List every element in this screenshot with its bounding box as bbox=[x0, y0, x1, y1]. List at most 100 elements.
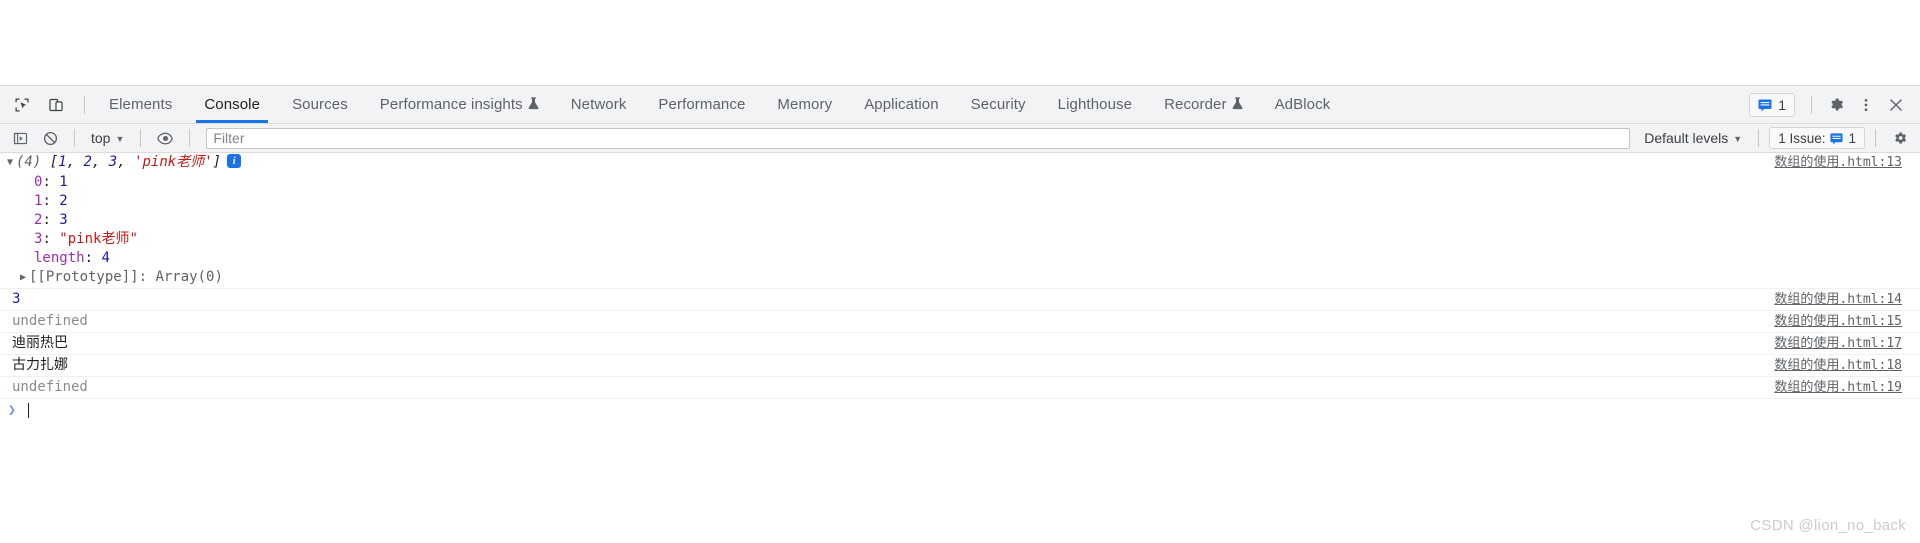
console-toolbar-divider-2 bbox=[140, 129, 142, 147]
console-settings-button[interactable] bbox=[1886, 125, 1914, 151]
tab-recorder[interactable]: Recorder bbox=[1148, 86, 1259, 123]
console-issues-badge[interactable]: 1 Issue: 1 bbox=[1769, 127, 1865, 149]
device-toolbar-button[interactable] bbox=[42, 92, 70, 118]
tab-application[interactable]: Application bbox=[848, 86, 954, 123]
object-property-row: length: 4 bbox=[34, 250, 110, 266]
issues-badge[interactable]: 1 bbox=[1749, 92, 1795, 117]
source-link[interactable]: 数组的使用.html:15 bbox=[1774, 312, 1920, 331]
property-key: length bbox=[34, 250, 85, 266]
tab-performance[interactable]: Performance bbox=[642, 86, 761, 123]
clear-console-icon bbox=[43, 131, 57, 145]
screenshot-root: Elements Console Sources Performance ins… bbox=[0, 0, 1920, 543]
devtools-more-options-button[interactable] bbox=[1852, 92, 1880, 118]
console-message-row: undefined 数组的使用.html:15 bbox=[0, 311, 1920, 333]
array-length-prefix: (4) bbox=[16, 154, 42, 170]
console-message-text: undefined bbox=[0, 378, 1774, 397]
console-message-text: 迪丽热巴 bbox=[0, 334, 1774, 353]
issue-message-icon bbox=[1758, 99, 1772, 111]
console-issues-label: 1 Issue: bbox=[1778, 130, 1826, 146]
tab-label: Lighthouse bbox=[1057, 96, 1133, 113]
filter-input[interactable] bbox=[206, 127, 1631, 149]
devtools-settings-button[interactable] bbox=[1822, 92, 1850, 118]
prototype-value: Array(0) bbox=[155, 269, 223, 285]
tab-label: Performance bbox=[658, 96, 746, 113]
object-prototype-row[interactable]: [[Prototype]]: Array(0) bbox=[0, 268, 1920, 288]
devtools-close-button[interactable] bbox=[1882, 92, 1910, 118]
log-levels-value: Default levels bbox=[1644, 130, 1729, 146]
tab-lighthouse[interactable]: Lighthouse bbox=[1042, 86, 1148, 123]
prompt-caret-icon: ❯ bbox=[8, 402, 16, 418]
console-issues-count: 1 bbox=[1848, 130, 1856, 146]
console-context-selector[interactable]: top ▼ bbox=[85, 127, 130, 149]
clear-console-button[interactable] bbox=[36, 125, 64, 151]
disclosure-triangle-icon[interactable] bbox=[17, 268, 29, 287]
prompt-text-cursor bbox=[28, 402, 29, 418]
property-value: "pink老师" bbox=[59, 231, 138, 247]
message-value: 迪丽热巴 bbox=[12, 335, 68, 351]
inspect-element-button[interactable] bbox=[8, 92, 36, 118]
devtools-tool-icons bbox=[8, 92, 76, 118]
source-link[interactable]: 数组的使用.html:17 bbox=[1774, 334, 1920, 353]
console-message-row: undefined 数组的使用.html:19 bbox=[0, 377, 1920, 399]
message-value: undefined bbox=[12, 379, 88, 395]
experimental-beaker-icon bbox=[528, 97, 539, 110]
object-property-row: 1: 2 bbox=[34, 193, 68, 209]
console-toolbar-divider-3 bbox=[189, 129, 191, 147]
source-link[interactable]: 数组的使用.html:19 bbox=[1774, 378, 1920, 397]
object-property-row: 2: 3 bbox=[34, 212, 68, 228]
info-badge-icon[interactable]: i bbox=[227, 154, 242, 168]
device-toolbar-icon bbox=[49, 98, 63, 111]
property-value: 1 bbox=[59, 174, 68, 190]
console-toolbar-divider-1 bbox=[74, 129, 75, 147]
property-value: 2 bbox=[59, 193, 68, 209]
console-message-text: undefined bbox=[0, 312, 1774, 331]
message-value: 3 bbox=[12, 291, 21, 307]
property-value: 4 bbox=[101, 250, 110, 266]
console-sidebar-toggle-button[interactable] bbox=[6, 125, 34, 151]
tabbar-divider bbox=[84, 95, 85, 114]
source-link[interactable]: 数组的使用.html:18 bbox=[1774, 356, 1920, 375]
property-value: 3 bbox=[59, 212, 68, 228]
live-expression-button[interactable] bbox=[151, 125, 179, 151]
array-preview: [1, 2, 3, 'pink老师'] bbox=[49, 154, 222, 170]
console-toolbar-divider-5 bbox=[1875, 129, 1876, 147]
tab-elements[interactable]: Elements bbox=[93, 86, 188, 123]
log-levels-selector[interactable]: Default levels ▼ bbox=[1638, 127, 1748, 149]
source-link[interactable]: 数组的使用.html:14 bbox=[1774, 290, 1920, 309]
tab-label: Network bbox=[570, 96, 627, 113]
tab-console[interactable]: Console bbox=[188, 86, 276, 123]
prototype-key: [[Prototype]] bbox=[29, 269, 139, 285]
console-toolbar-divider-4 bbox=[1758, 129, 1760, 147]
console-message-row: 3 数组的使用.html:14 bbox=[0, 289, 1920, 311]
tab-security[interactable]: Security bbox=[955, 86, 1042, 123]
console-toolbar: top ▼ Default levels ▼ 1 Issue: bbox=[0, 124, 1920, 153]
chevron-down-icon: ▼ bbox=[115, 133, 125, 144]
console-object-group: (4) [1, 2, 3, 'pink老师'] i 数组的使用.html:13 0… bbox=[0, 153, 1920, 289]
tab-label: Security bbox=[970, 96, 1026, 113]
tab-label: Application bbox=[864, 96, 939, 113]
devtools-tabbar: Elements Console Sources Performance ins… bbox=[0, 86, 1920, 124]
tab-memory[interactable]: Memory bbox=[761, 86, 848, 123]
console-message-row: 古力扎娜 数组的使用.html:18 bbox=[0, 355, 1920, 377]
disclosure-triangle-icon[interactable] bbox=[4, 153, 16, 172]
console-prompt-row[interactable]: ❯ bbox=[0, 399, 1920, 421]
chevron-down-icon: ▼ bbox=[1733, 133, 1743, 144]
tab-label: Elements bbox=[109, 96, 173, 113]
tabbar-actions: 1 bbox=[1749, 92, 1914, 118]
tab-adblock[interactable]: AdBlock bbox=[1259, 86, 1347, 123]
tab-label: Memory bbox=[777, 96, 833, 113]
console-output[interactable]: (4) [1, 2, 3, 'pink老师'] i 数组的使用.html:13 0… bbox=[0, 153, 1920, 542]
devtools-panel: Elements Console Sources Performance ins… bbox=[0, 85, 1920, 542]
tab-label: Console bbox=[204, 96, 261, 113]
tabbar-actions-divider bbox=[1811, 95, 1812, 114]
tab-label: Performance insights bbox=[379, 96, 523, 113]
console-message-row: 迪丽热巴 数组的使用.html:17 bbox=[0, 333, 1920, 355]
object-property-row: 3: "pink老师" bbox=[34, 231, 138, 247]
tab-performance-insights[interactable]: Performance insights bbox=[364, 86, 555, 123]
console-group-header[interactable]: (4) [1, 2, 3, 'pink老师'] i 数组的使用.html:13 bbox=[0, 153, 1920, 173]
tab-label: Sources bbox=[292, 96, 348, 113]
page-viewport-blank bbox=[0, 0, 1920, 85]
source-link[interactable]: 数组的使用.html:13 bbox=[1774, 153, 1920, 172]
tab-network[interactable]: Network bbox=[555, 86, 643, 123]
tab-sources[interactable]: Sources bbox=[276, 86, 364, 123]
